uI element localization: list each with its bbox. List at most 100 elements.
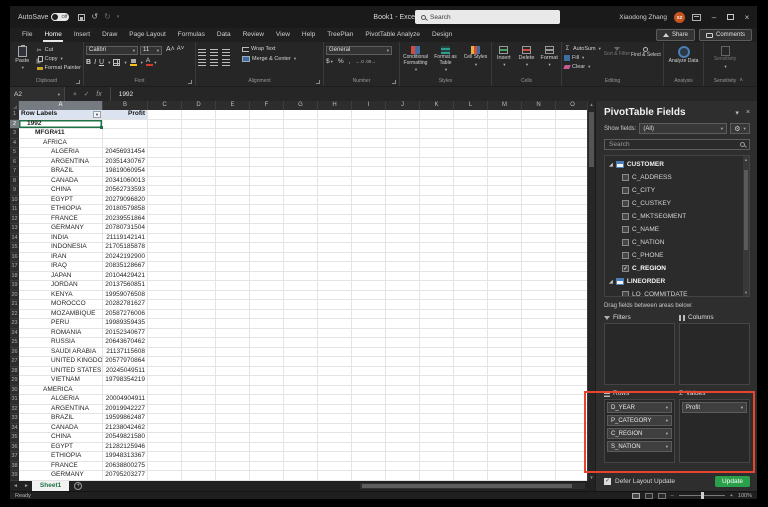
insert-cells-button[interactable]: Insert [494,44,514,68]
cell-b34[interactable]: 21238042462 [103,423,148,433]
cell-f35[interactable] [250,433,284,443]
cell-a25[interactable]: RUSSIA [19,338,103,348]
cell-b17[interactable]: 20835128667 [103,262,148,272]
cell-j26[interactable] [386,347,420,357]
cell-l12[interactable] [454,214,488,224]
cell-k5[interactable] [420,148,454,158]
cell-o11[interactable] [556,205,587,215]
cell-e8[interactable] [216,176,250,186]
cell-n13[interactable] [522,224,556,234]
row-header-34[interactable]: 34 [10,423,19,433]
cell-d10[interactable] [182,195,216,205]
delete-cells-button[interactable]: Delete [517,44,537,68]
sheet-nav-left-icon[interactable]: ◄ [10,483,21,489]
cell-n35[interactable] [522,433,556,443]
cell-k27[interactable] [420,357,454,367]
cell-g32[interactable] [284,404,318,414]
row-header-27[interactable]: 27 [10,357,19,367]
row-header-35[interactable]: 35 [10,433,19,443]
cell-b8[interactable]: 20341060013 [103,176,148,186]
row-header-30[interactable]: 30 [10,385,19,395]
tab-view[interactable]: View [270,28,296,42]
cell-b20[interactable]: 19959076508 [103,290,148,300]
cell-o29[interactable] [556,376,587,386]
cell-e1[interactable] [216,110,250,120]
cell-g29[interactable] [284,376,318,386]
cell-f11[interactable] [250,205,284,215]
cell-n37[interactable] [522,452,556,462]
cell-d4[interactable] [182,138,216,148]
cell-j12[interactable] [386,214,420,224]
cell-l5[interactable] [454,148,488,158]
cell-e29[interactable] [216,376,250,386]
cell-f22[interactable] [250,309,284,319]
cell-l31[interactable] [454,395,488,405]
cell-m37[interactable] [488,452,522,462]
row-header-39[interactable]: 39 [10,471,19,481]
cell-i27[interactable] [352,357,386,367]
row-header-3[interactable]: 3 [10,129,19,139]
cell-j35[interactable] [386,433,420,443]
cell-f8[interactable] [250,176,284,186]
cell-f25[interactable] [250,338,284,348]
cell-m16[interactable] [488,252,522,262]
cell-n18[interactable] [522,271,556,281]
cell-n6[interactable] [522,157,556,167]
cell-l37[interactable] [454,452,488,462]
cell-k15[interactable] [420,243,454,253]
cell-n4[interactable] [522,138,556,148]
cell-i1[interactable] [352,110,386,120]
column-header-h[interactable]: H [318,101,352,110]
field-checkbox-lo-commitdate[interactable] [622,291,629,296]
cell-j1[interactable] [386,110,420,120]
cell-o26[interactable] [556,347,587,357]
cell-k2[interactable] [420,119,454,129]
cell-d34[interactable] [182,423,216,433]
scroll-up-icon[interactable]: ▲ [588,102,595,107]
cell-e9[interactable] [216,186,250,196]
cell-e16[interactable] [216,252,250,262]
field-item-c-mktsegment[interactable]: C_MKTSEGMENT [609,210,741,223]
cell-e20[interactable] [216,290,250,300]
cell-e21[interactable] [216,300,250,310]
cell-d6[interactable] [182,157,216,167]
cell-g14[interactable] [284,233,318,243]
cell-j20[interactable] [386,290,420,300]
cell-d3[interactable] [182,129,216,139]
cell-m36[interactable] [488,442,522,452]
cell-m7[interactable] [488,167,522,177]
insert-function-icon[interactable]: fx [96,91,101,98]
tab-home[interactable]: Home [38,28,67,42]
field-list-scrollbar[interactable]: ▲ ▼ [743,156,749,296]
cell-l3[interactable] [454,129,488,139]
cell-j5[interactable] [386,148,420,158]
cell-o21[interactable] [556,300,587,310]
cell-e15[interactable] [216,243,250,253]
cell-h4[interactable] [318,138,352,148]
cell-o2[interactable] [556,119,587,129]
cell-f29[interactable] [250,376,284,386]
cell-e11[interactable] [216,205,250,215]
cell-i6[interactable] [352,157,386,167]
clear-button[interactable]: Clear [563,63,601,71]
sensitivity-button[interactable]: Sensitivity [708,44,742,70]
cell-i13[interactable] [352,224,386,234]
cell-g18[interactable] [284,271,318,281]
column-header-b[interactable]: B [103,101,148,110]
cell-h5[interactable] [318,148,352,158]
row-header-21[interactable]: 21 [10,300,19,310]
field-checkbox-c-custkey[interactable] [622,200,629,207]
cell-b29[interactable]: 19798354219 [103,376,148,386]
undo-icon[interactable]: ↺ [91,13,98,21]
field-checkbox-c-address[interactable] [622,174,629,181]
cell-i19[interactable] [352,281,386,291]
row-header-14[interactable]: 14 [10,233,19,243]
cell-d25[interactable] [182,338,216,348]
underline-button[interactable]: U [99,59,104,66]
cell-n24[interactable] [522,328,556,338]
tools-gear-icon[interactable]: ⚙ [730,123,750,134]
cell-c10[interactable] [148,195,182,205]
field-checkbox-c-nation[interactable] [622,239,629,246]
cell-c2[interactable] [148,119,182,129]
cell-g11[interactable] [284,205,318,215]
